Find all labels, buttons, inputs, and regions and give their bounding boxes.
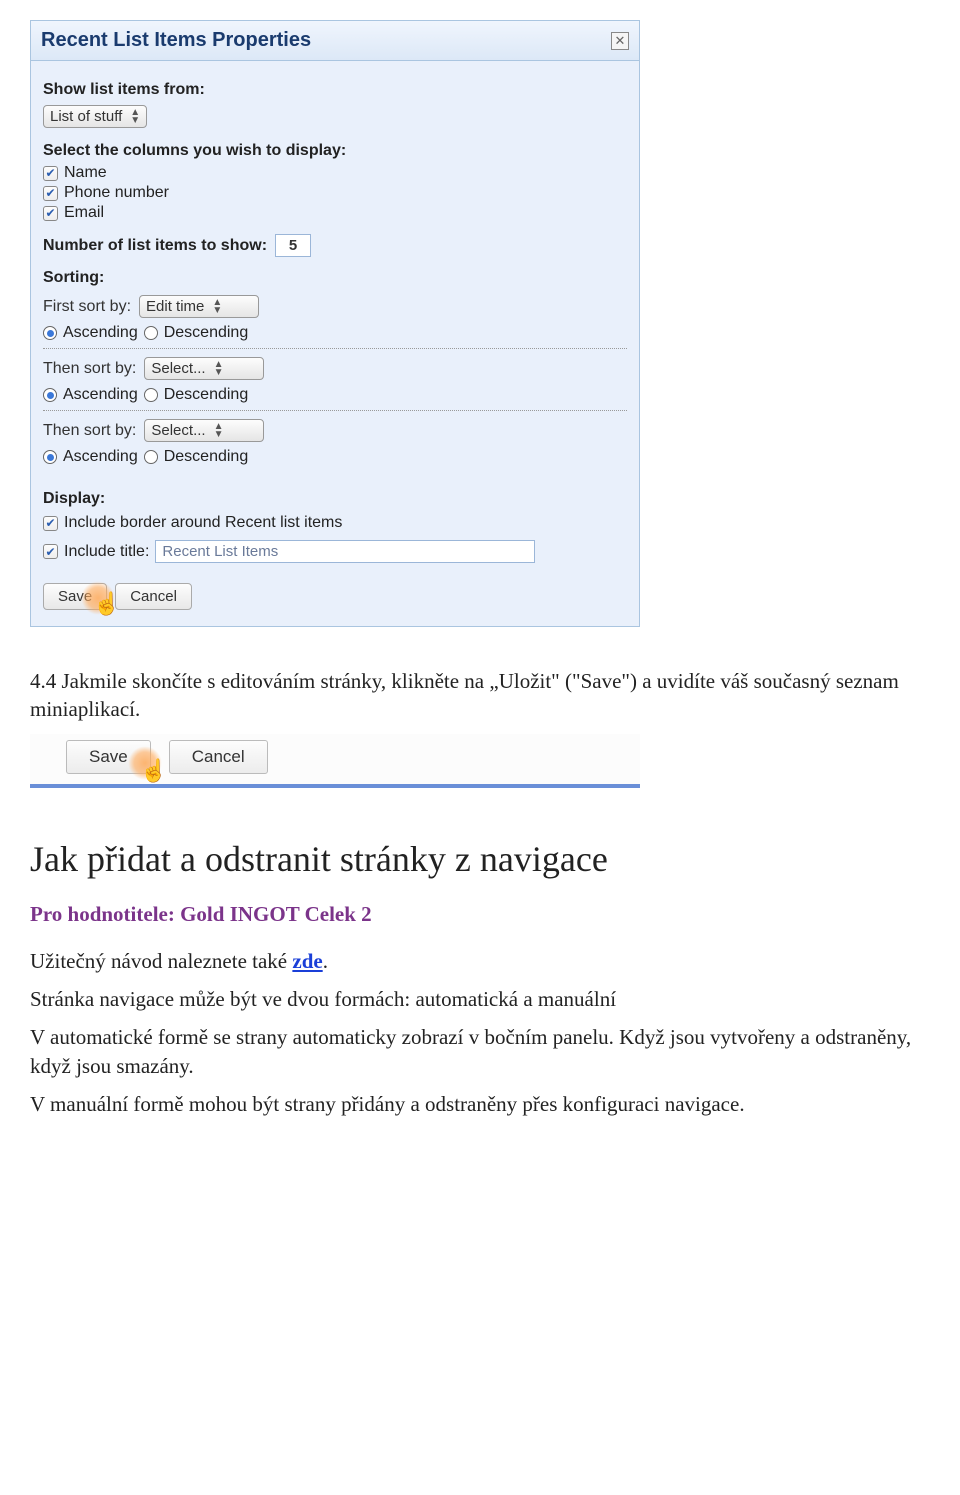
paragraph-4: V automatické formě se strany automatick…	[30, 1023, 930, 1080]
then-sort-label-1: Then sort by:	[43, 360, 136, 378]
desc-label-1: Descending	[164, 324, 249, 342]
select-arrows-icon: ▲▼	[214, 423, 224, 439]
col-email-label: Email	[64, 204, 104, 222]
col-phone-label: Phone number	[64, 184, 169, 202]
radio-asc-2[interactable]	[43, 388, 57, 402]
show-from-label: Show list items from:	[43, 81, 627, 99]
then-sort-select-1[interactable]: Select... ▲▼	[144, 357, 264, 380]
first-sort-select[interactable]: Edit time ▲▼	[139, 295, 259, 318]
select-arrows-icon: ▲▼	[212, 299, 222, 315]
radio-desc-2[interactable]	[144, 388, 158, 402]
paragraph-3: Stránka navigace může být ve dvou formác…	[30, 985, 930, 1013]
paragraph-5: V manuální formě mohou být strany přidán…	[30, 1090, 930, 1118]
include-border-label: Include border around Recent list items	[64, 514, 342, 532]
cancel-button[interactable]: Cancel	[115, 583, 192, 610]
link-zde[interactable]: zde	[292, 949, 322, 973]
para2-prefix: Užitečný návod naleznete také	[30, 949, 292, 973]
para2-suffix: .	[323, 949, 328, 973]
paragraph-1: 4.4 Jakmile skončíte s editováním stránk…	[30, 667, 930, 724]
save-cancel-bar: Save Cancel ☝	[30, 734, 640, 788]
radio-asc-3[interactable]	[43, 450, 57, 464]
radio-desc-3[interactable]	[144, 450, 158, 464]
checkbox-phone[interactable]: ✔	[43, 186, 58, 201]
show-from-value: List of stuff	[50, 108, 122, 125]
then-sort-select-2[interactable]: Select... ▲▼	[144, 419, 264, 442]
dialog-title: Recent List Items Properties	[41, 29, 311, 52]
bar-cancel-button[interactable]: Cancel	[169, 740, 268, 774]
asc-label-2: Ascending	[63, 386, 138, 404]
show-from-select[interactable]: List of stuff ▲▼	[43, 105, 147, 128]
checkbox-title[interactable]: ✔	[43, 544, 58, 559]
dialog-header: Recent List Items Properties ✕	[31, 21, 639, 61]
checkbox-email[interactable]: ✔	[43, 206, 58, 221]
select-arrows-icon: ▲▼	[214, 361, 224, 377]
radio-desc-1[interactable]	[144, 326, 158, 340]
title-input[interactable]: Recent List Items	[155, 540, 535, 563]
num-items-input[interactable]: 5	[275, 234, 311, 257]
include-title-label: Include title:	[64, 543, 149, 561]
then-sort-value-1: Select...	[151, 360, 205, 377]
then-sort-value-2: Select...	[151, 422, 205, 439]
asc-label-1: Ascending	[63, 324, 138, 342]
first-sort-value: Edit time	[146, 298, 204, 315]
num-items-label: Number of list items to show:	[43, 237, 267, 255]
heading-add-remove-nav: Jak přidat a odstranit stránky z navigac…	[30, 838, 930, 880]
close-icon[interactable]: ✕	[611, 32, 629, 50]
bar-save-button[interactable]: Save	[66, 740, 151, 774]
first-sort-label: First sort by:	[43, 298, 131, 316]
desc-label-3: Descending	[164, 448, 249, 466]
sorting-label: Sorting:	[43, 269, 627, 287]
display-label: Display:	[43, 490, 627, 508]
asc-label-3: Ascending	[63, 448, 138, 466]
desc-label-2: Descending	[164, 386, 249, 404]
select-arrows-icon: ▲▼	[130, 109, 140, 125]
evaluator-note: Pro hodnotitele: Gold INGOT Celek 2	[30, 902, 930, 927]
properties-dialog: Recent List Items Properties ✕ Show list…	[30, 20, 640, 627]
checkbox-border[interactable]: ✔	[43, 516, 58, 531]
dialog-body: Show list items from: List of stuff ▲▼ S…	[31, 61, 639, 626]
radio-asc-1[interactable]	[43, 326, 57, 340]
checkbox-name[interactable]: ✔	[43, 166, 58, 181]
paragraph-2: Užitečný návod naleznete také zde.	[30, 947, 930, 975]
save-button[interactable]: Save	[43, 583, 107, 610]
then-sort-label-2: Then sort by:	[43, 422, 136, 440]
columns-label: Select the columns you wish to display:	[43, 142, 627, 160]
col-name-label: Name	[64, 164, 107, 182]
